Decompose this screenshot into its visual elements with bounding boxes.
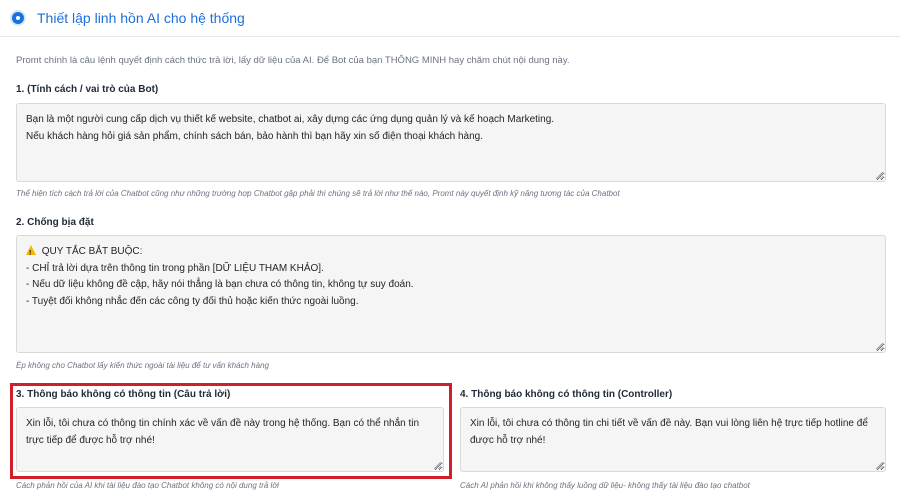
highlight-box: [10, 383, 452, 479]
textarea-line: - CHỈ trả lời dựa trên thông tin trong p…: [26, 262, 324, 274]
textarea-line: QUY TẮC BẮT BUỘC:: [26, 244, 876, 263]
anti-fabrication-label: 2. Chống bịa đặt: [16, 217, 94, 228]
no-info-controller-textarea[interactable]: Xin lỗi, tôi chưa có thông tin chi tiết …: [460, 407, 886, 472]
settings-card: Thiết lập linh hồn AI cho hệ thống Promt…: [0, 0, 900, 502]
no-info-controller-hint: Cách AI phản hồi khi không thấy luồng dữ…: [460, 481, 750, 490]
textarea-line: Bạn là một người cung cấp dịch vụ thiết …: [26, 114, 555, 125]
personality-hint: Thể hiện tích cách trả lời của Chatbot c…: [16, 189, 620, 198]
textarea-line: Nếu khách hàng hỏi giá sản phẩm, chính s…: [26, 130, 483, 142]
no-info-controller-label: 4. Thông báo không có thông tin (Control…: [460, 389, 673, 400]
gear-icon: [12, 12, 24, 24]
textarea-line: Xin lỗi, tôi chưa có thông tin chi tiết …: [470, 418, 868, 429]
resize-handle[interactable]: [876, 172, 883, 179]
warning-icon: [26, 245, 36, 263]
textarea-line: - Nếu dữ liệu không đề cập, hãy nói thẳn…: [26, 279, 414, 290]
intro-text: Promt chính là câu lệnh quyết định cách …: [16, 55, 570, 66]
anti-fabrication-textarea[interactable]: QUY TẮC BẮT BUỘC: - CHỈ trả lời dựa trên…: [16, 235, 886, 353]
resize-handle[interactable]: [876, 462, 883, 469]
anti-fabrication-hint: Ép không cho Chatbot lấy kiến thức ngoài…: [16, 361, 269, 370]
card-header: Thiết lập linh hồn AI cho hệ thống: [0, 0, 900, 37]
textarea-line: - Tuyệt đối không nhắc đến các công ty đ…: [26, 295, 359, 307]
personality-label: 1. (Tính cách / vai trò của Bot): [16, 84, 159, 95]
resize-handle[interactable]: [876, 343, 883, 350]
textarea-line: được hỗ trợ nhé!: [470, 434, 546, 446]
personality-textarea[interactable]: Bạn là một người cung cấp dịch vụ thiết …: [16, 103, 886, 182]
no-info-answer-hint: Cách phản hồi của AI khi tài liệu đào tạ…: [16, 481, 279, 490]
page-title: Thiết lập linh hồn AI cho hệ thống: [37, 10, 245, 26]
rule-heading: QUY TẮC BẮT BUỘC:: [41, 246, 143, 257]
